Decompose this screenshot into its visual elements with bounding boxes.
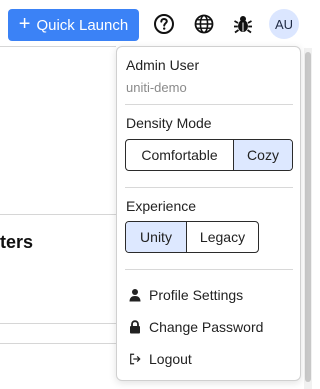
card-border-bottom [0, 323, 116, 324]
profile-settings-label: Profile Settings [149, 287, 244, 303]
experience-legacy-option[interactable]: Legacy [186, 222, 258, 252]
menu-divider [125, 187, 293, 188]
logout-icon [129, 352, 141, 366]
avatar[interactable]: AU [269, 9, 299, 39]
density-mode-label: Density Mode [126, 115, 212, 131]
card-border-top [0, 214, 116, 215]
menu-divider [125, 104, 293, 105]
tenant-name: uniti-demo [126, 80, 187, 95]
user-name: Admin User [126, 57, 200, 73]
plus-icon: + [18, 13, 31, 35]
density-cozy-option[interactable]: Cozy [233, 140, 292, 170]
scrollbar-thumb[interactable] [305, 52, 311, 382]
card-border-top-2 [0, 343, 116, 344]
change-password-item[interactable]: Change Password [129, 316, 263, 338]
experience-toggle: Unity Legacy [125, 221, 259, 253]
density-mode-toggle: Comfortable Cozy [125, 139, 293, 171]
experience-unity-option[interactable]: Unity [126, 222, 186, 252]
quick-launch-button[interactable]: + Quick Launch [8, 9, 139, 41]
card-heading: ters [0, 232, 34, 252]
density-comfortable-option[interactable]: Comfortable [126, 140, 233, 170]
logout-item[interactable]: Logout [129, 348, 192, 370]
change-password-label: Change Password [149, 319, 264, 335]
help-icon[interactable] [153, 13, 175, 35]
top-bar: + Quick Launch AU [0, 0, 312, 46]
avatar-initials: AU [274, 16, 294, 32]
globe-icon[interactable] [193, 13, 215, 35]
quick-launch-label: Quick Launch [36, 16, 129, 34]
page-divider [0, 46, 116, 47]
bug-icon[interactable] [232, 13, 254, 35]
user-icon [129, 288, 141, 302]
logout-label: Logout [149, 351, 192, 367]
menu-divider [125, 269, 293, 270]
lock-icon [129, 320, 141, 334]
experience-label: Experience [126, 198, 197, 214]
user-menu: Admin User uniti-demo Density Mode Comfo… [116, 46, 301, 381]
profile-settings-item[interactable]: Profile Settings [129, 284, 243, 306]
